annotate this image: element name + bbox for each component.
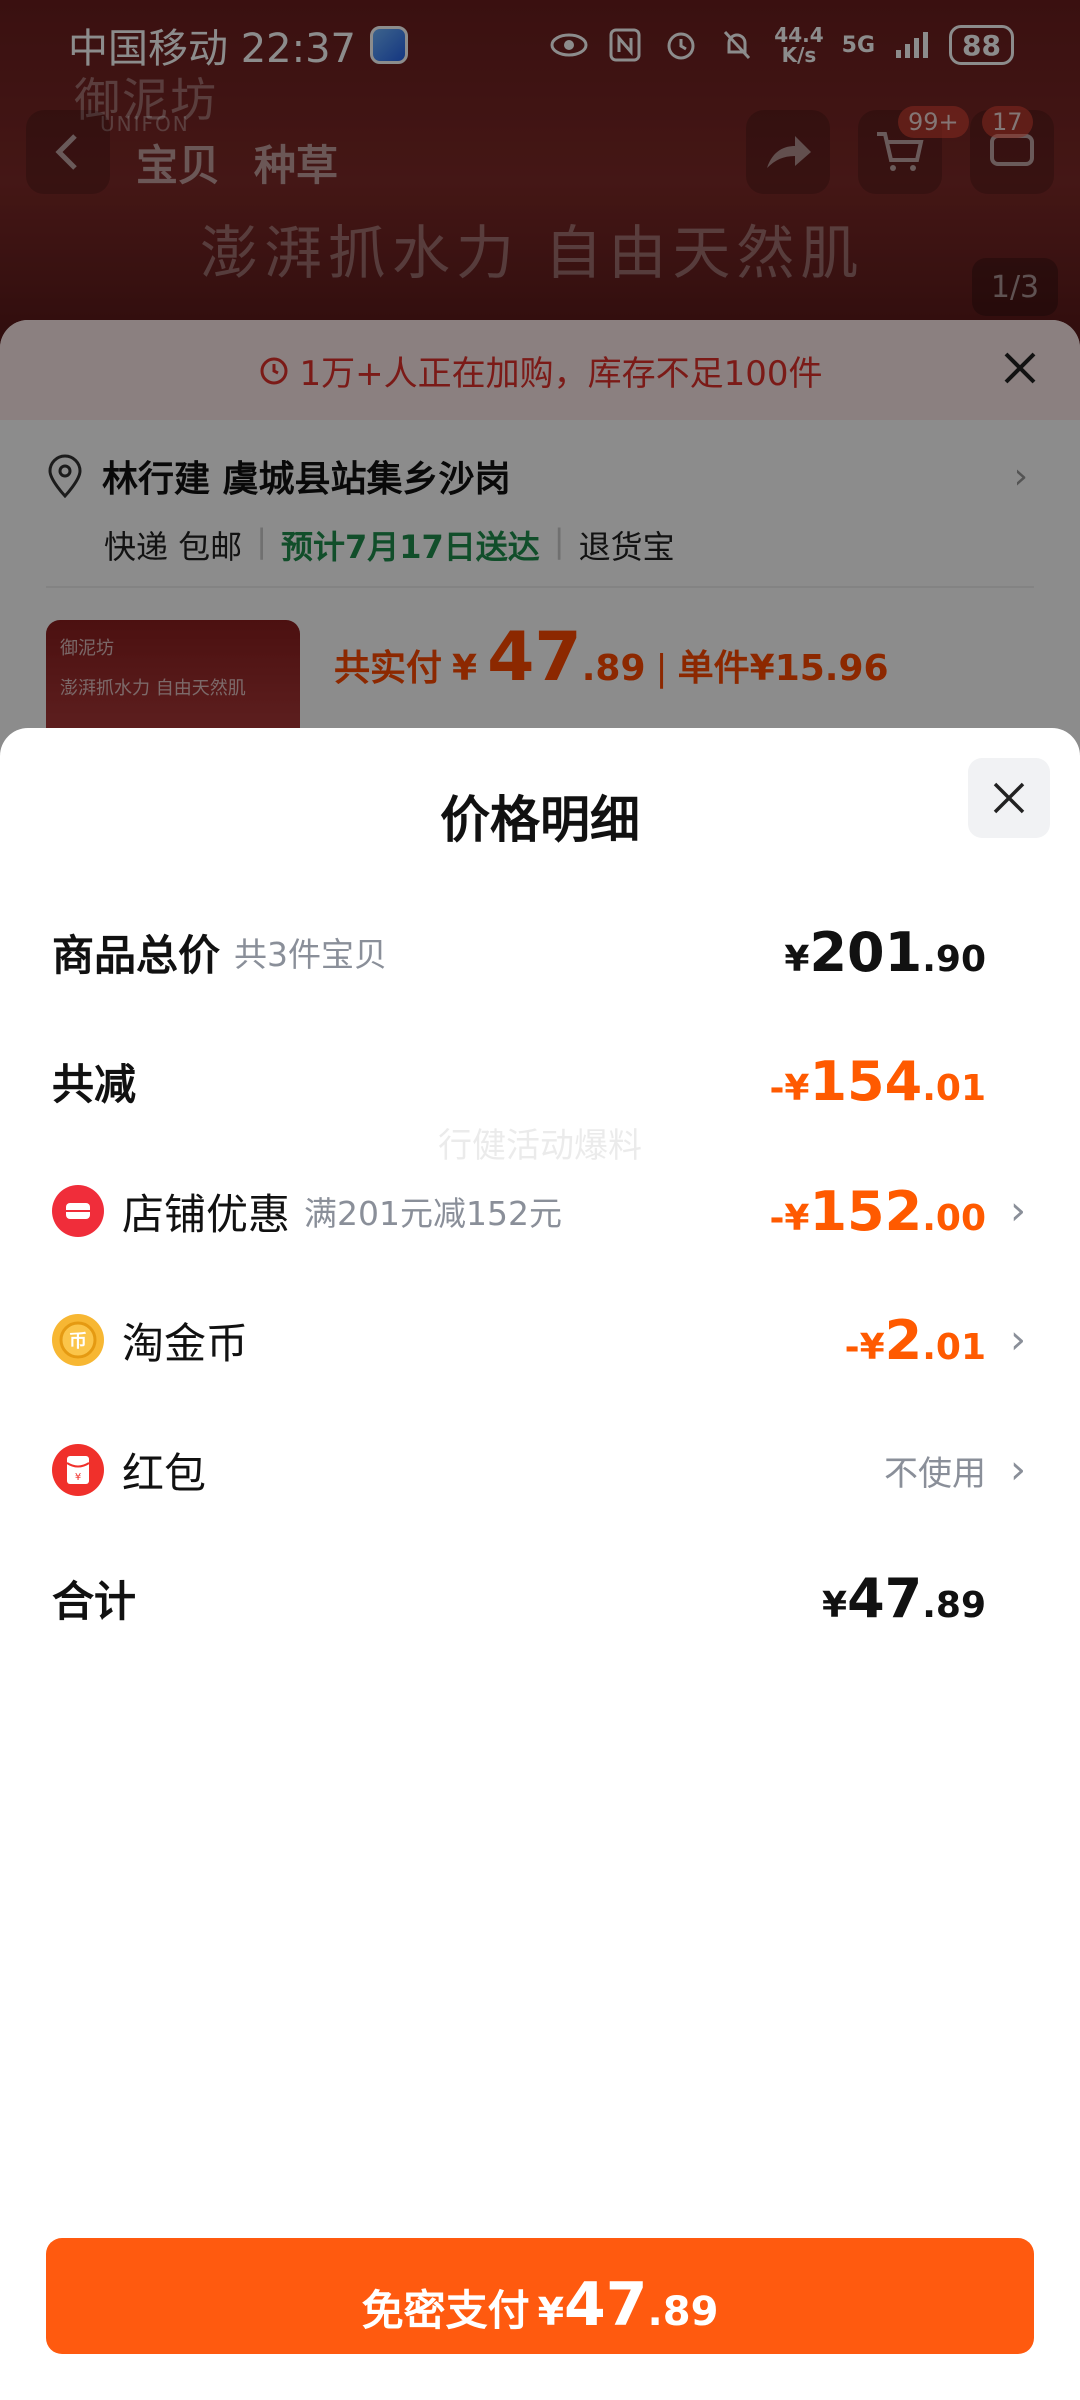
value-dec: .00 (922, 1197, 986, 1239)
svg-text:币: 币 (69, 1331, 87, 1352)
reduction-value: -¥ 154 .01 (769, 1050, 986, 1113)
value-dec: .01 (922, 1067, 986, 1109)
value-prefix: ¥ (784, 938, 810, 980)
value-int: 152 (809, 1179, 923, 1243)
chevron-right-icon: › (1010, 1447, 1026, 1493)
pay-dec: .89 (647, 2289, 719, 2335)
value-int: 201 (809, 920, 923, 984)
taojinbi-label: 淘金币 (122, 1318, 249, 1368)
taojinbi-value: -¥ 2 .01 (845, 1309, 986, 1372)
total-price-label: 商品总价 (52, 930, 221, 980)
row-hongbao[interactable]: ¥ 红包 不使用 › (52, 1430, 1026, 1510)
row-total-price: 商品总价 共3件宝贝 ¥ 201 .90 (52, 912, 1018, 992)
price-detail-sheet: 价格明细 商品总价 共3件宝贝 ¥ 201 .90 共减 -¥ 154 .01 … (0, 728, 1080, 2400)
close-icon (993, 782, 1025, 814)
store-discount-label: 店铺优惠 (122, 1189, 291, 1239)
chevron-right-icon: › (1010, 1317, 1026, 1363)
value-int: 2 (884, 1308, 923, 1372)
value-dec: .90 (922, 938, 986, 980)
total-price-value: ¥ 201 .90 (784, 921, 986, 984)
pay-button-label: 免密支付 (361, 2286, 530, 2335)
value-prefix: -¥ (844, 1326, 885, 1368)
hongbao-value: 不使用 (884, 1453, 986, 1494)
red-packet-icon: ¥ (52, 1444, 104, 1496)
svg-text:¥: ¥ (75, 1472, 81, 1483)
value-prefix: -¥ (769, 1067, 810, 1109)
chevron-right-icon: › (1010, 1188, 1026, 1234)
value-dec: .89 (922, 1584, 986, 1626)
store-discount-value: -¥ 152 .00 (769, 1180, 986, 1243)
row-reduction: 共减 -¥ 154 .01 (52, 1041, 1018, 1121)
row-taojinbi[interactable]: 币 淘金币 -¥ 2 .01 › (52, 1300, 1026, 1380)
row-store-discount[interactable]: 店铺优惠 满201元减152元 -¥ 152 .00 › (52, 1171, 1026, 1251)
value-prefix: -¥ (769, 1197, 810, 1239)
modal-close-button[interactable] (968, 758, 1050, 838)
watermark: 行健活动爆料 (438, 1126, 642, 1166)
value-prefix: ¥ (822, 1584, 848, 1626)
store-discount-rule: 满201元减152元 (304, 1194, 562, 1233)
value-int: 154 (809, 1049, 923, 1113)
subtotal-value: ¥ 47 .89 (822, 1567, 986, 1630)
store-coupon-icon (52, 1185, 104, 1237)
hongbao-label: 红包 (122, 1448, 207, 1498)
row-subtotal: 合计 ¥ 47 .89 (52, 1558, 1018, 1638)
pay-prefix: ¥ (537, 2290, 565, 2334)
pay-button[interactable]: 免密支付 ¥ 47 .89 (46, 2238, 1034, 2354)
reduction-label: 共减 (52, 1059, 137, 1109)
value-dec: .01 (922, 1326, 986, 1368)
value-int: 47 (847, 1566, 923, 1630)
pay-int: 47 (564, 2270, 648, 2340)
subtotal-label: 合计 (52, 1576, 137, 1626)
coin-icon: 币 (52, 1314, 104, 1366)
total-price-count: 共3件宝贝 (234, 935, 388, 974)
modal-title: 价格明细 (440, 791, 640, 849)
